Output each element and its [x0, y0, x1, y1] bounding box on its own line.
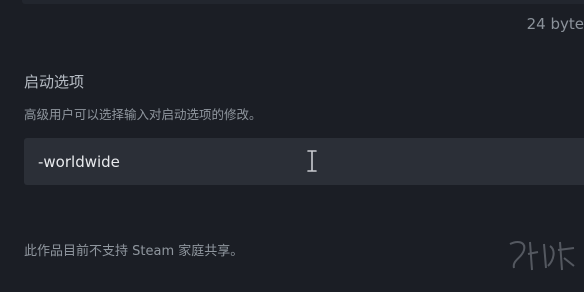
launch-options-input[interactable]: [24, 138, 584, 185]
launch-options-title: 启动选项: [24, 73, 85, 91]
file-size-label: 24 byte: [526, 15, 584, 33]
site-watermark: [504, 236, 578, 276]
launch-options-description: 高级用户可以选择输入对启动选项的修改。: [24, 107, 262, 122]
previous-field-box: [22, 0, 584, 4]
watermark-logo-icon: [509, 241, 575, 271]
family-sharing-note: 此作品目前不支持 Steam 家庭共享。: [24, 244, 244, 259]
launch-options-panel: 24 byte 启动选项 高级用户可以选择输入对启动选项的修改。 此作品目前不支…: [0, 0, 584, 292]
text-cursor-icon: [307, 150, 317, 172]
